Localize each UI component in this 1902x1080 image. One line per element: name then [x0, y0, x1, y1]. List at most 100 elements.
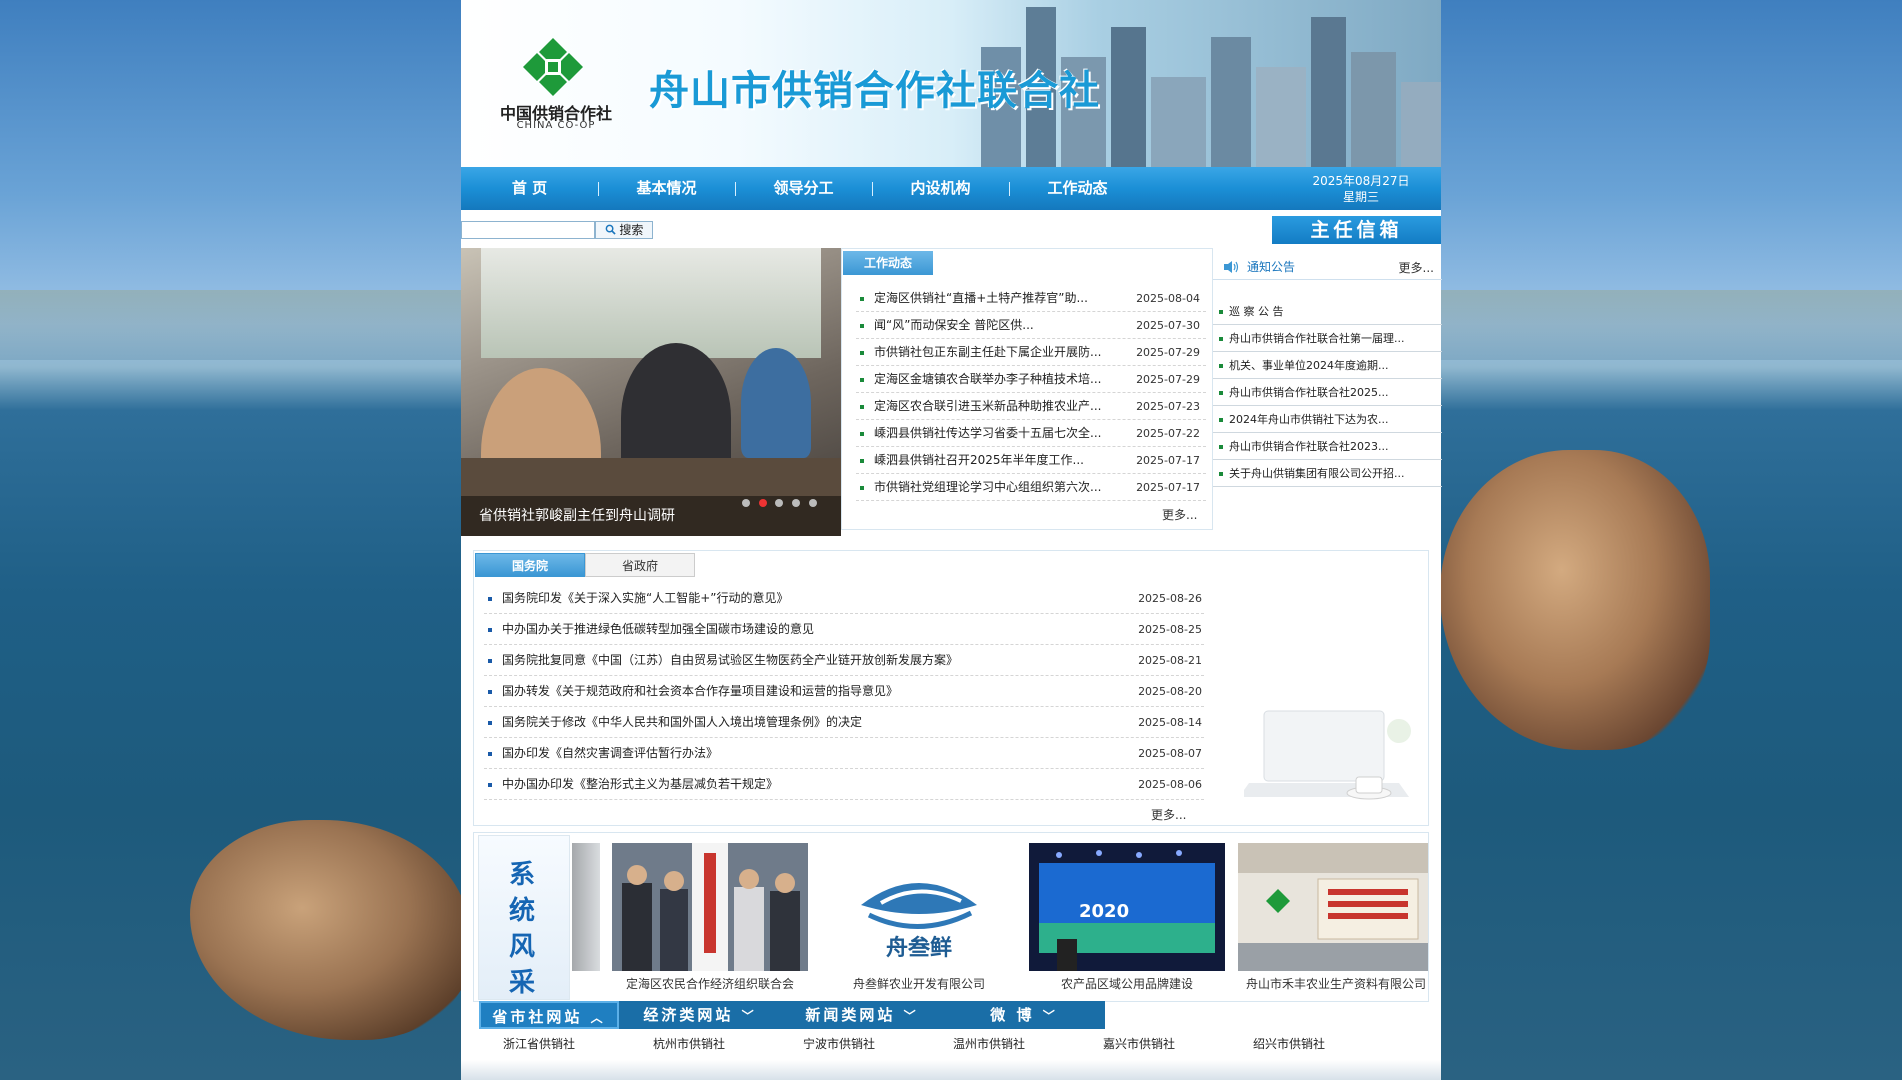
search-input[interactable] [461, 221, 595, 239]
national-news-row-title[interactable]: 国务院关于修改《中华人民共和国外国人入境出境管理条例》的决定 [502, 707, 1102, 738]
work-news-row[interactable]: 市供销社包正东副主任赴下属企业开展防... 2025-07-29 [856, 339, 1206, 366]
national-news-row[interactable]: 国务院印发《关于深入实施“人工智能+”行动的意见》 2025-08-26 [484, 583, 1204, 614]
work-news-row[interactable]: 定海区金塘镇农合联举办李子种植技术培... 2025-07-29 [856, 366, 1206, 393]
nav-item-overview[interactable]: 基本情况 [598, 167, 735, 210]
notice-row[interactable]: 关于舟山供销集团有限公司公开招... [1213, 460, 1442, 487]
national-news-row-date: 2025-08-26 [1138, 592, 1202, 605]
national-news-row-title[interactable]: 国务院印发《关于深入实施“人工智能+”行动的意见》 [502, 583, 1102, 614]
work-news-row-title[interactable]: 嵊泗县供销社召开2025年半年度工作... [874, 447, 1116, 474]
notice-row-title[interactable]: 舟山市供销合作社联合社第一届理... [1229, 325, 1435, 352]
notice-row-title[interactable]: 舟山市供销合作社联合社2025... [1229, 379, 1435, 406]
nav-item-work-news[interactable]: 工作动态 [1009, 167, 1146, 210]
work-news-row-date: 2025-07-22 [1136, 427, 1200, 440]
notice-row[interactable]: 机关、事业单位2024年度逾期... [1213, 352, 1442, 379]
national-news-row[interactable]: 国办印发《自然灾害调查评估暂行办法》 2025-08-07 [484, 738, 1204, 769]
link-item[interactable]: 浙江省供销社 [503, 1035, 575, 1052]
site-title: 舟山市供销合作社联合社 [649, 68, 1100, 114]
work-news-row-date: 2025-07-23 [1136, 400, 1200, 413]
notice-row[interactable]: 巡 察 公 告 [1213, 298, 1442, 325]
tab-news-sites[interactable]: 新闻类网站 ﹀ [781, 1001, 943, 1029]
work-news-row-title[interactable]: 定海区供销社“直播+土特产推荐官”助... [874, 285, 1116, 312]
link-item[interactable]: 嘉兴市供销社 [1103, 1035, 1175, 1052]
rock-decoration-right [1440, 450, 1710, 750]
gallery-label: 系 统 风 采 [478, 835, 570, 1000]
national-news-row-date: 2025-08-14 [1138, 716, 1202, 729]
work-news-row-title[interactable]: 嵊泗县供销社传达学习省委十五届七次全... [874, 420, 1116, 447]
national-news-row-title[interactable]: 国办转发《关于规范政府和社会资本合作存量项目建设和运营的指导意见》 [502, 676, 1102, 707]
national-news-row[interactable]: 国办转发《关于规范政府和社会资本合作存量项目建设和运营的指导意见》 2025-08… [484, 676, 1204, 707]
work-news-row-title[interactable]: 定海区农合联引进玉米新品种助推农业产... [874, 393, 1116, 420]
laptop-decoration-icon [1244, 710, 1411, 800]
work-news-row[interactable]: 定海区农合联引进玉米新品种助推农业产... 2025-07-23 [856, 393, 1206, 420]
tab-economic-sites[interactable]: 经济类网站 ﹀ [619, 1001, 781, 1029]
work-news-row[interactable]: 嵊泗县供销社召开2025年半年度工作... 2025-07-17 [856, 447, 1206, 474]
notice-row[interactable]: 舟山市供销合作社联合社2023... [1213, 433, 1442, 460]
nav-item-leadership[interactable]: 领导分工 [735, 167, 872, 210]
tab-weibo[interactable]: 微 博 ﹀ [943, 1001, 1105, 1029]
national-news-more-link[interactable]: 更多... [1151, 806, 1186, 823]
photo-slideshow[interactable]: 省供销社郭峻副主任到舟山调研 [461, 248, 841, 536]
tab-work-news[interactable]: 工作动态 [843, 251, 933, 275]
notice-row-title[interactable]: 2024年舟山市供销社下达为农... [1229, 406, 1435, 433]
notice-title[interactable]: 通知公告 [1247, 258, 1295, 275]
gallery-item[interactable]: 定海区农民合作经济组织联合会 [612, 843, 808, 994]
national-news-row[interactable]: 中办国办关于推进绿色低碳转型加强全国碳市场建设的意见 2025-08-25 [484, 614, 1204, 645]
gallery-item[interactable]: 2020 农产品区域公用品牌建设 [1029, 843, 1225, 994]
national-news-row-title[interactable]: 国办印发《自然灾害调查评估暂行办法》 [502, 738, 1102, 769]
work-news-row-title[interactable]: 市供销社包正东副主任赴下属企业开展防... [874, 339, 1116, 366]
notice-row-title[interactable]: 机关、事业单位2024年度逾期... [1229, 352, 1435, 379]
gallery-caption[interactable]: 农产品区域公用品牌建设 [1029, 974, 1225, 994]
notice-row-title[interactable]: 关于舟山供销集团有限公司公开招... [1229, 460, 1435, 487]
tab-provincial-city-sites[interactable]: 省市社网站 ︿ [479, 1001, 619, 1029]
slide-dot-active[interactable] [758, 499, 767, 507]
notice-panel: 通知公告 更多... 巡 察 公 告舟山市供销合作社联合社第一届理... 机关、事… [1212, 248, 1442, 530]
national-news-row-title[interactable]: 中办国办关于推进绿色低碳转型加强全国碳市场建设的意见 [502, 614, 1102, 645]
link-item[interactable]: 杭州市供销社 [653, 1035, 725, 1052]
gallery-caption[interactable]: 舟山市禾丰农业生产资料有限公司 [1238, 974, 1428, 994]
gallery-item[interactable]: 舟叁鲜 舟叁鲜农业开发有限公司 [821, 843, 1017, 994]
link-item[interactable]: 温州市供销社 [953, 1035, 1025, 1052]
slide-dot[interactable] [741, 499, 750, 507]
link-tab-label: 省市社网站 [492, 1008, 583, 1026]
work-news-row-date: 2025-08-04 [1136, 292, 1200, 305]
work-news-row-title[interactable]: 闻“风”而动保安全 普陀区供... [874, 312, 1116, 339]
tab-state-council[interactable]: 国务院 [475, 553, 585, 577]
nav-item-departments[interactable]: 内设机构 [872, 167, 1009, 210]
national-news-row[interactable]: 中办国办印发《整治形式主义为基层减负若干规定》 2025-08-06 [484, 769, 1204, 800]
link-item[interactable]: 绍兴市供销社 [1253, 1035, 1325, 1052]
work-news-row[interactable]: 闻“风”而动保安全 普陀区供... 2025-07-30 [856, 312, 1206, 339]
slide-dot[interactable] [809, 499, 817, 507]
work-news-more-link[interactable]: 更多... [1162, 506, 1197, 523]
work-news-row-title[interactable]: 市供销社党组理论学习中心组组织第六次... [874, 474, 1116, 501]
weekday-text: 星期三 [1342, 190, 1379, 204]
national-news-row[interactable]: 国务院关于修改《中华人民共和国外国人入境出境管理条例》的决定 2025-08-14 [484, 707, 1204, 738]
slide-dot[interactable] [792, 499, 801, 507]
gallery-caption[interactable]: 舟叁鲜农业开发有限公司 [821, 974, 1017, 994]
notice-row[interactable]: 舟山市供销合作社联合社第一届理... [1213, 325, 1442, 352]
work-news-row[interactable]: 嵊泗县供销社传达学习省委十五届七次全... 2025-07-22 [856, 420, 1206, 447]
tab-provincial-government[interactable]: 省政府 [585, 553, 695, 577]
work-news-row-title[interactable]: 定海区金塘镇农合联举办李子种植技术培... [874, 366, 1116, 393]
gallery-caption[interactable]: 定海区农民合作经济组织联合会 [612, 974, 808, 994]
notice-row-title[interactable]: 舟山市供销合作社联合社2023... [1229, 433, 1435, 460]
link-item[interactable]: 宁波市供销社 [803, 1035, 875, 1052]
speaker-icon [1224, 261, 1239, 273]
national-news-row[interactable]: 国务院批复同意《中国（江苏）自由贸易试验区生物医药全产业链开放创新发展方案》 20… [484, 645, 1204, 676]
main-nav: 首 页 基本情况 领导分工 内设机构 工作动态 2025年08月27日 星期三 [461, 167, 1441, 210]
work-news-row[interactable]: 定海区供销社“直播+土特产推荐官”助... 2025-08-04 [856, 285, 1206, 312]
gallery-label-char: 采 [509, 968, 536, 998]
national-news-row-title[interactable]: 中办国办印发《整治形式主义为基层减负若干规定》 [502, 769, 1102, 800]
search-button[interactable]: 搜索 [595, 221, 653, 239]
notice-row[interactable]: 舟山市供销合作社联合社2025... [1213, 379, 1442, 406]
slide-dot[interactable] [775, 499, 784, 507]
nav-item-home[interactable]: 首 页 [461, 167, 598, 210]
city-building [1256, 67, 1306, 167]
notice-row-title[interactable]: 巡 察 公 告 [1229, 298, 1435, 325]
national-news-row-title[interactable]: 国务院批复同意《中国（江苏）自由贸易试验区生物医药全产业链开放创新发展方案》 [502, 645, 1102, 676]
bullet-icon [488, 628, 492, 632]
director-mailbox-button[interactable]: 主任信箱 [1272, 216, 1441, 244]
notice-row[interactable]: 2024年舟山市供销社下达为农... [1213, 406, 1442, 433]
notice-more-link[interactable]: 更多... [1399, 259, 1434, 276]
work-news-row[interactable]: 市供销社党组理论学习中心组组织第六次... 2025-07-17 [856, 474, 1206, 501]
gallery-item[interactable]: 舟山市禾丰农业生产资料有限公司 [1238, 843, 1428, 994]
